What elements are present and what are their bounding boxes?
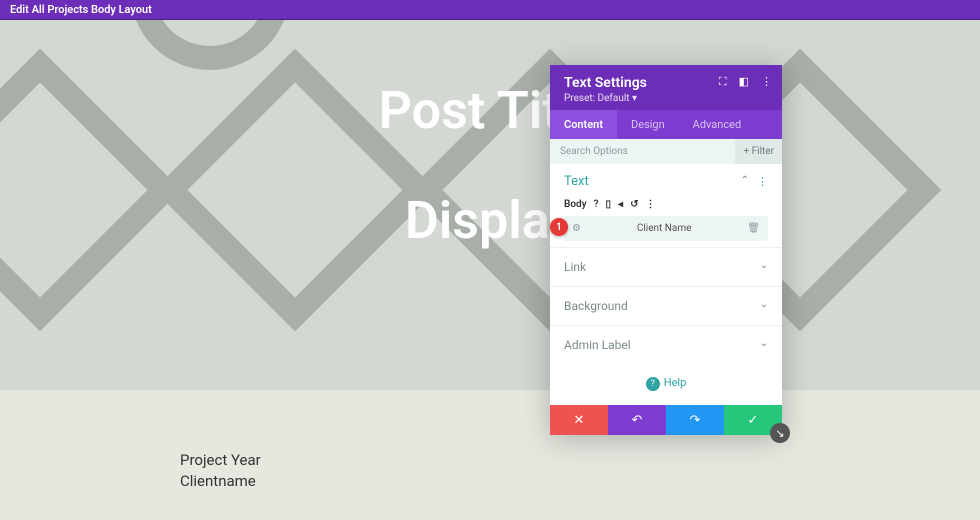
trash-icon[interactable]: 🗑: [747, 223, 760, 234]
body-field-value: Client Name: [581, 223, 747, 234]
chevron-down-icon: ⌄: [760, 338, 768, 352]
field-more-icon[interactable]: ⋮: [645, 199, 655, 210]
section-text-title: Text: [564, 174, 589, 189]
decorative-circle: [130, 20, 290, 70]
chevron-down-icon: ⌄: [760, 260, 768, 274]
body-field-row[interactable]: 1 ⚙ Client Name 🗑: [564, 216, 768, 241]
resize-handle[interactable]: ↘: [770, 423, 790, 443]
display-placeholder: Display: [0, 190, 980, 251]
filter-button[interactable]: + Filter: [735, 139, 782, 164]
hero-section: Post Title Display: [0, 20, 980, 390]
builder-canvas: Post Title Display Project Year Clientna…: [0, 20, 980, 520]
section-link[interactable]: Link ⌄: [550, 247, 782, 286]
tab-content[interactable]: Content: [550, 110, 617, 139]
snap-icon[interactable]: ◧: [739, 75, 749, 89]
tablet-icon[interactable]: ▯: [606, 199, 612, 210]
body-field-label: Body ? ▯ ◂ ↺ ⋮: [564, 199, 768, 210]
client-name-label: Clientname: [180, 471, 261, 492]
top-bar: Edit All Projects Body Layout: [0, 0, 980, 20]
project-meta: Project Year Clientname: [180, 450, 261, 492]
section-more-icon[interactable]: ⋮: [757, 175, 768, 188]
section-admin-label[interactable]: Admin Label ⌄: [550, 325, 782, 364]
undo-button[interactable]: ↶: [608, 405, 666, 435]
modal-footer: ✕ ↶ ↷ ✓: [550, 405, 782, 435]
help-link[interactable]: ?Help: [550, 364, 782, 405]
redo-button[interactable]: ↷: [666, 405, 724, 435]
tab-design[interactable]: Design: [617, 110, 679, 139]
section-background[interactable]: Background ⌄: [550, 286, 782, 325]
top-bar-title: Edit All Projects Body Layout: [10, 3, 152, 16]
collapse-icon[interactable]: ⌃: [741, 175, 749, 188]
reset-icon[interactable]: ↺: [630, 199, 638, 210]
modal-tabs: Content Design Advanced: [550, 110, 782, 139]
expand-icon[interactable]: ⛶: [719, 75, 727, 89]
text-settings-modal: Text Settings Preset: Default ▾ ⛶ ◧ ⋮ Co…: [550, 65, 782, 435]
gear-icon[interactable]: ⚙: [572, 223, 581, 234]
section-text-header[interactable]: Text ⌃ ⋮: [564, 174, 768, 189]
tab-advanced[interactable]: Advanced: [679, 110, 755, 139]
project-year-label: Project Year: [180, 450, 261, 471]
help-badge-icon: ?: [646, 377, 660, 391]
more-icon[interactable]: ⋮: [761, 75, 772, 89]
tooltip-badge: 1: [550, 218, 568, 236]
search-row: Search Options + Filter: [550, 139, 782, 164]
help-icon[interactable]: ?: [594, 199, 599, 210]
post-title-placeholder: Post Title: [0, 80, 980, 141]
search-input[interactable]: Search Options: [550, 139, 735, 164]
hover-icon[interactable]: ◂: [618, 199, 623, 210]
modal-preset[interactable]: Preset: Default ▾: [564, 93, 768, 104]
chevron-down-icon: ⌄: [760, 299, 768, 313]
cancel-button[interactable]: ✕: [550, 405, 608, 435]
modal-header[interactable]: Text Settings Preset: Default ▾ ⛶ ◧ ⋮: [550, 65, 782, 110]
